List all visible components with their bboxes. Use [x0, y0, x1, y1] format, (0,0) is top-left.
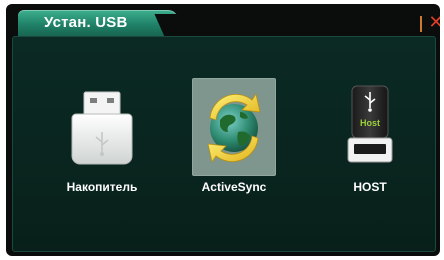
title-separator	[420, 16, 422, 32]
close-button[interactable]: ✕	[428, 10, 440, 36]
usb-mode-host-label: HOST	[353, 180, 387, 194]
usb-mode-storage[interactable]: Накопитель	[50, 78, 154, 198]
usb-settings-screen: Устан. USB ✕ Накопитель ActiveSync Host …	[6, 4, 440, 256]
tab-title: Устан. USB	[44, 14, 128, 31]
usb-host-drive-icon: Host	[347, 85, 393, 163]
usb-mode-activesync-tile	[192, 78, 276, 176]
device-frame: Устан. USB ✕ Накопитель ActiveSync Host …	[0, 0, 444, 260]
usb-mode-storage-label: Накопитель	[66, 180, 138, 194]
usb-mode-activesync-label: ActiveSync	[201, 180, 267, 194]
usb-mode-storage-tile	[60, 78, 144, 176]
usb-flash-drive-icon	[71, 91, 133, 165]
usb-mode-host-tile: Host	[328, 78, 412, 176]
host-icon-text: Host	[360, 118, 380, 128]
usb-mode-host[interactable]: Host HOST	[318, 78, 422, 198]
close-icon: ✕	[428, 12, 440, 33]
sync-globe-icon	[207, 92, 261, 164]
usb-mode-activesync[interactable]: ActiveSync	[182, 78, 286, 198]
